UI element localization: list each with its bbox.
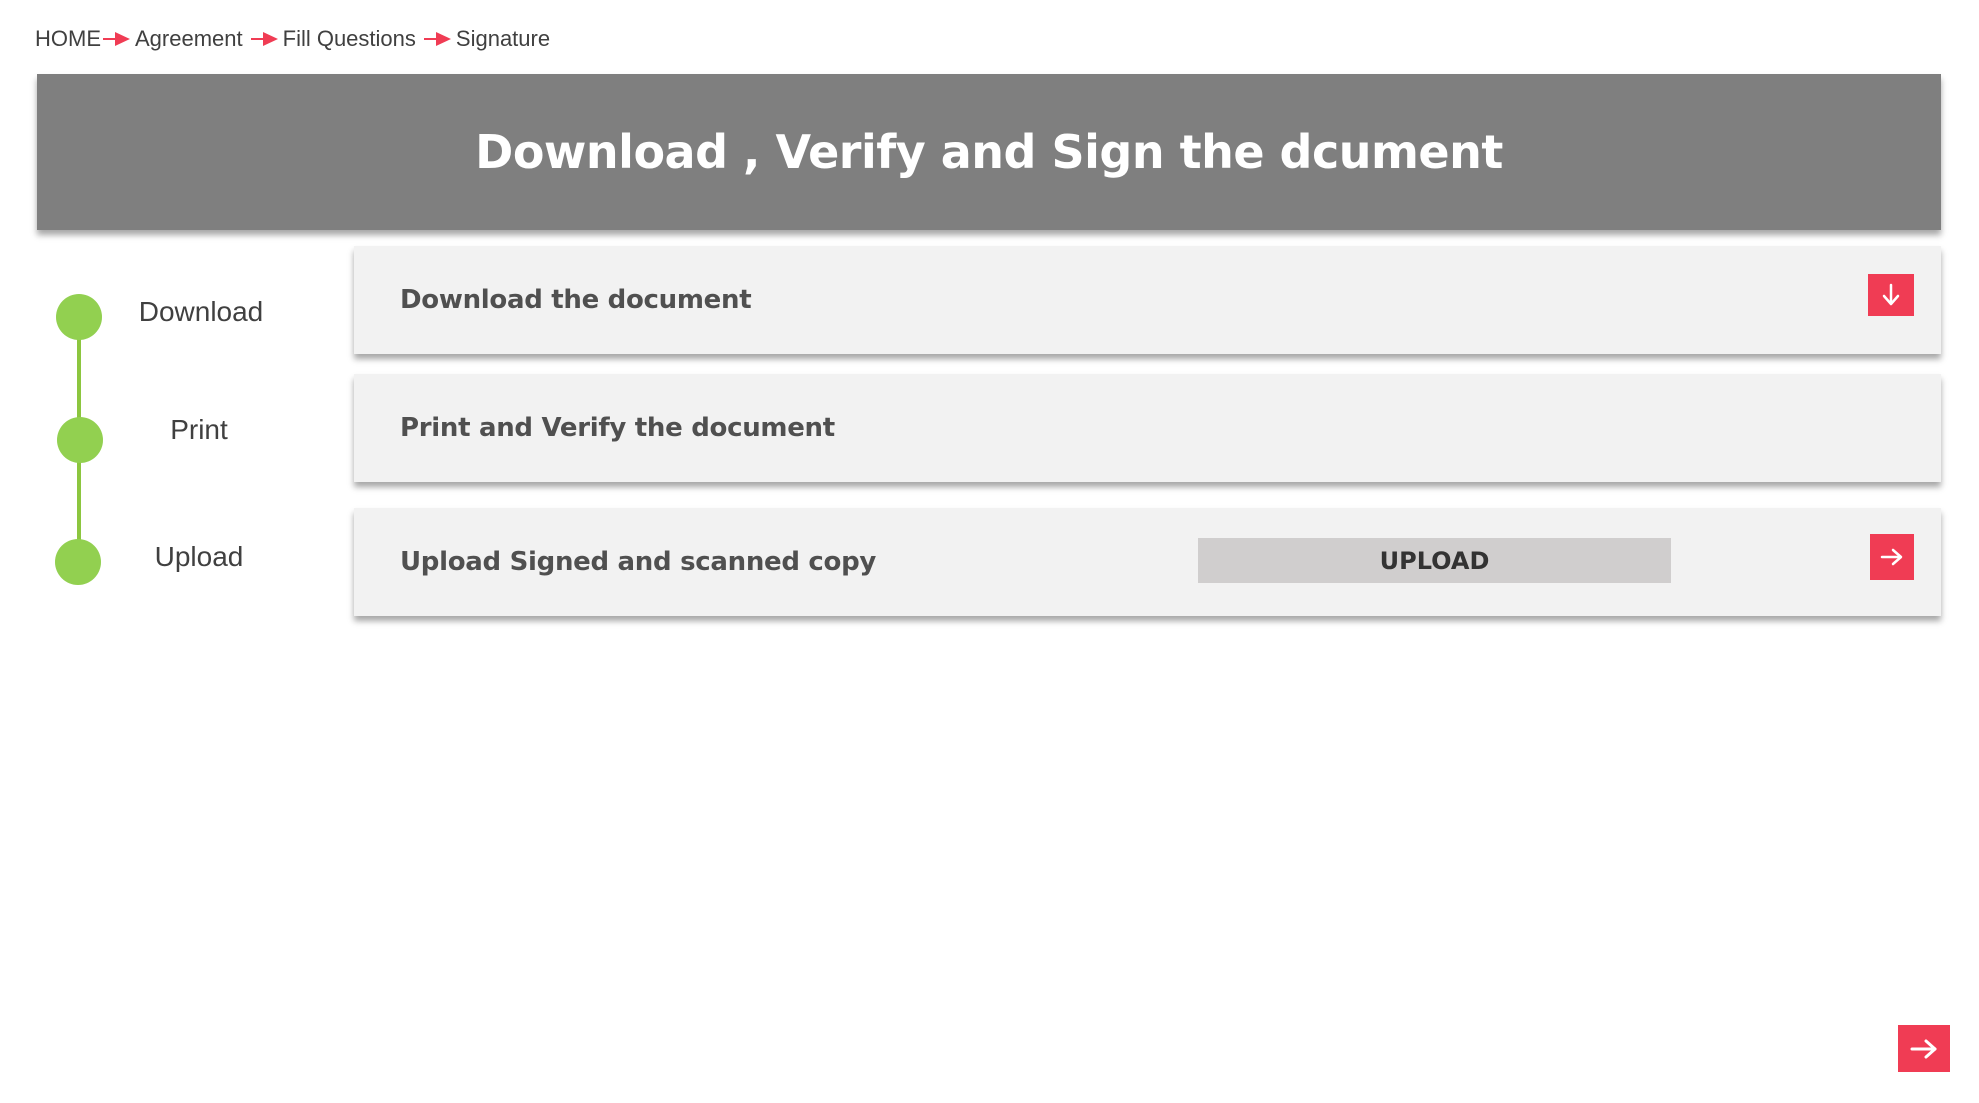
upload-button[interactable]: UPLOAD [1198,538,1671,583]
step-print-indicator [57,417,103,463]
step-download-label: Download [138,296,264,327]
step-upload-indicator [55,539,101,585]
breadcrumb-signature[interactable]: Signature [456,26,550,52]
next-page-button[interactable] [1898,1025,1950,1072]
download-button[interactable] [1868,274,1914,316]
breadcrumb-arrow-icon [423,31,452,47]
breadcrumb-arrow-icon [250,31,279,47]
arrow-right-icon [1910,1039,1937,1058]
download-task-card: Download the document [354,246,1941,354]
print-task-title: Print and Verify the document [400,413,835,443]
download-task-title: Download the document [400,285,752,315]
upload-task-title: Upload Signed and scanned copy [400,547,877,577]
step-upload-label: Upload [154,541,244,572]
step-print-label: Print [170,414,228,445]
upload-submit-button[interactable] [1870,534,1914,580]
breadcrumb-home[interactable]: HOME [35,26,101,52]
upload-task-card: Upload Signed and scanned copy UPLOAD [354,508,1941,616]
page-title: Download , Verify and Sign the dcument [475,125,1503,179]
breadcrumb-arrow-icon [103,31,131,47]
breadcrumb-fill-questions[interactable]: Fill Questions [283,26,416,52]
arrow-down-icon [1882,283,1900,306]
breadcrumb: HOME Agreement Fill Questions Signature [35,26,550,52]
step-download-indicator [56,294,102,340]
breadcrumb-agreement[interactable]: Agreement [135,26,243,52]
page-header: Download , Verify and Sign the dcument [37,74,1941,230]
arrow-right-icon [1880,548,1903,566]
print-task-card: Print and Verify the document [354,374,1941,482]
